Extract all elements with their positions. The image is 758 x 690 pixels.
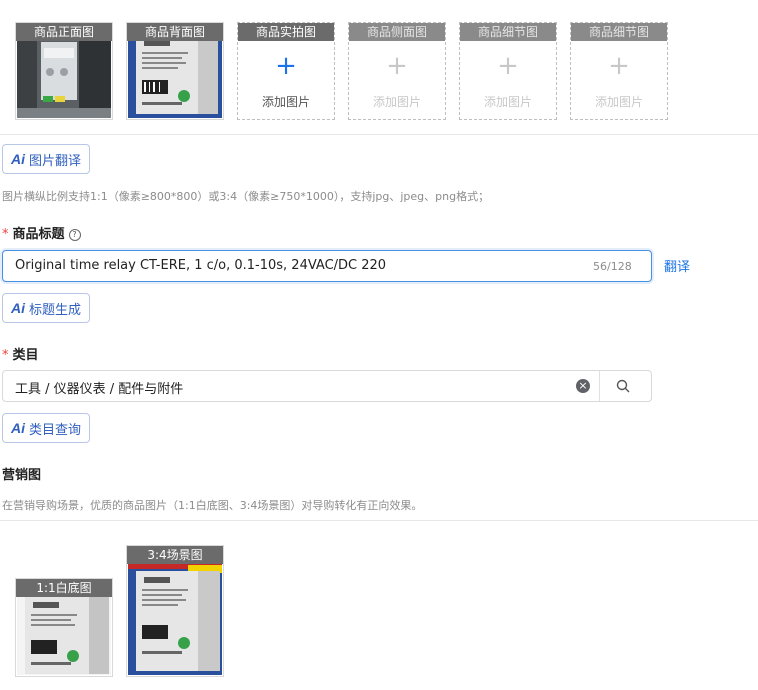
- slot-caption: 1:1白底图: [16, 579, 112, 597]
- category-value: 工具 / 仪器仪表 / 配件与附件: [15, 382, 184, 397]
- image-format-hint: 图片横纵比例支持1:1（像素≥800*800）或3:4（像素≥750*1000）…: [2, 190, 490, 203]
- button-label: 图片翻译: [29, 153, 82, 169]
- slot-caption: 商品细节图: [460, 23, 556, 41]
- translate-title-link[interactable]: 翻译: [664, 256, 690, 275]
- back-image-slot[interactable]: 商品背面图: [126, 22, 224, 120]
- add-image-label: 添加图片: [372, 95, 421, 109]
- plus-icon: +: [497, 51, 519, 81]
- category-select[interactable]: 工具 / 仪器仪表 / 配件与附件 ×: [2, 370, 652, 402]
- divider: [599, 371, 600, 401]
- title-field-label: * 商品标题?: [2, 223, 81, 242]
- plus-icon: +: [275, 51, 297, 81]
- title-char-counter: 56/128: [593, 260, 632, 273]
- plus-icon: +: [386, 51, 408, 81]
- help-icon[interactable]: ?: [68, 229, 81, 241]
- slot-caption: 商品侧面图: [349, 23, 445, 41]
- title-label-text: 商品标题: [12, 227, 65, 242]
- white-background-image-slot[interactable]: 1:1白底图: [15, 578, 113, 677]
- slot-caption: 3:4场景图: [127, 546, 223, 564]
- detail-image-upload-slot-1: 商品细节图 + 添加图片: [459, 22, 557, 120]
- product-title-input[interactable]: Original time relay CT-ERE, 1 c/o, 0.1-1…: [2, 250, 652, 282]
- ai-image-translate-button[interactable]: Ai 图片翻译: [2, 144, 91, 174]
- slot-caption: 商品细节图: [571, 23, 667, 41]
- scene-image-slot[interactable]: 3:4场景图: [126, 545, 224, 677]
- button-label: 类目查询: [29, 422, 82, 438]
- add-image-label: 添加图片: [483, 95, 532, 109]
- category-label-text: 类目: [12, 348, 39, 363]
- marketing-image-section: 1:1白底图 3:4场景图: [0, 520, 758, 690]
- required-mark: *: [2, 227, 9, 242]
- marketing-image-hint: 在营销导购场景，优质的商品图片（1:1白底图、3:4场景图）对导购转化有正向效果…: [2, 499, 423, 512]
- slot-caption: 商品正面图: [16, 23, 112, 41]
- marketing-image-label: 营销图: [2, 468, 42, 483]
- required-mark: *: [2, 348, 9, 363]
- side-image-upload-slot: 商品侧面图 + 添加图片: [348, 22, 446, 120]
- plus-icon: +: [608, 51, 630, 81]
- button-label: 标题生成: [29, 302, 82, 318]
- category-field-label: * 类目: [2, 344, 39, 363]
- add-image-label: 添加图片: [594, 95, 643, 109]
- ai-icon: Ai: [11, 151, 25, 167]
- search-icon[interactable]: [615, 378, 631, 394]
- detail-image-upload-slot-2: 商品细节图 + 添加图片: [570, 22, 668, 120]
- front-image-slot[interactable]: 商品正面图: [15, 22, 113, 120]
- ai-icon: Ai: [11, 420, 25, 436]
- ai-title-generate-button[interactable]: Ai 标题生成: [2, 293, 91, 323]
- clear-icon[interactable]: ×: [576, 379, 590, 393]
- product-image-section: 商品正面图 商品背面图 商品实拍图 + 添加图片 商品侧面图 + 添加图片 商品…: [0, 0, 758, 135]
- real-photo-upload-slot[interactable]: 商品实拍图 + 添加图片: [237, 22, 335, 120]
- slot-caption: 商品实拍图: [238, 23, 334, 41]
- add-image-label: 添加图片: [261, 95, 310, 109]
- slot-caption: 商品背面图: [127, 23, 223, 41]
- scene-photo: [128, 547, 222, 675]
- ai-icon: Ai: [11, 300, 25, 316]
- ai-category-query-button[interactable]: Ai 类目查询: [2, 413, 91, 443]
- title-input-value: Original time relay CT-ERE, 1 c/o, 0.1-1…: [15, 258, 387, 273]
